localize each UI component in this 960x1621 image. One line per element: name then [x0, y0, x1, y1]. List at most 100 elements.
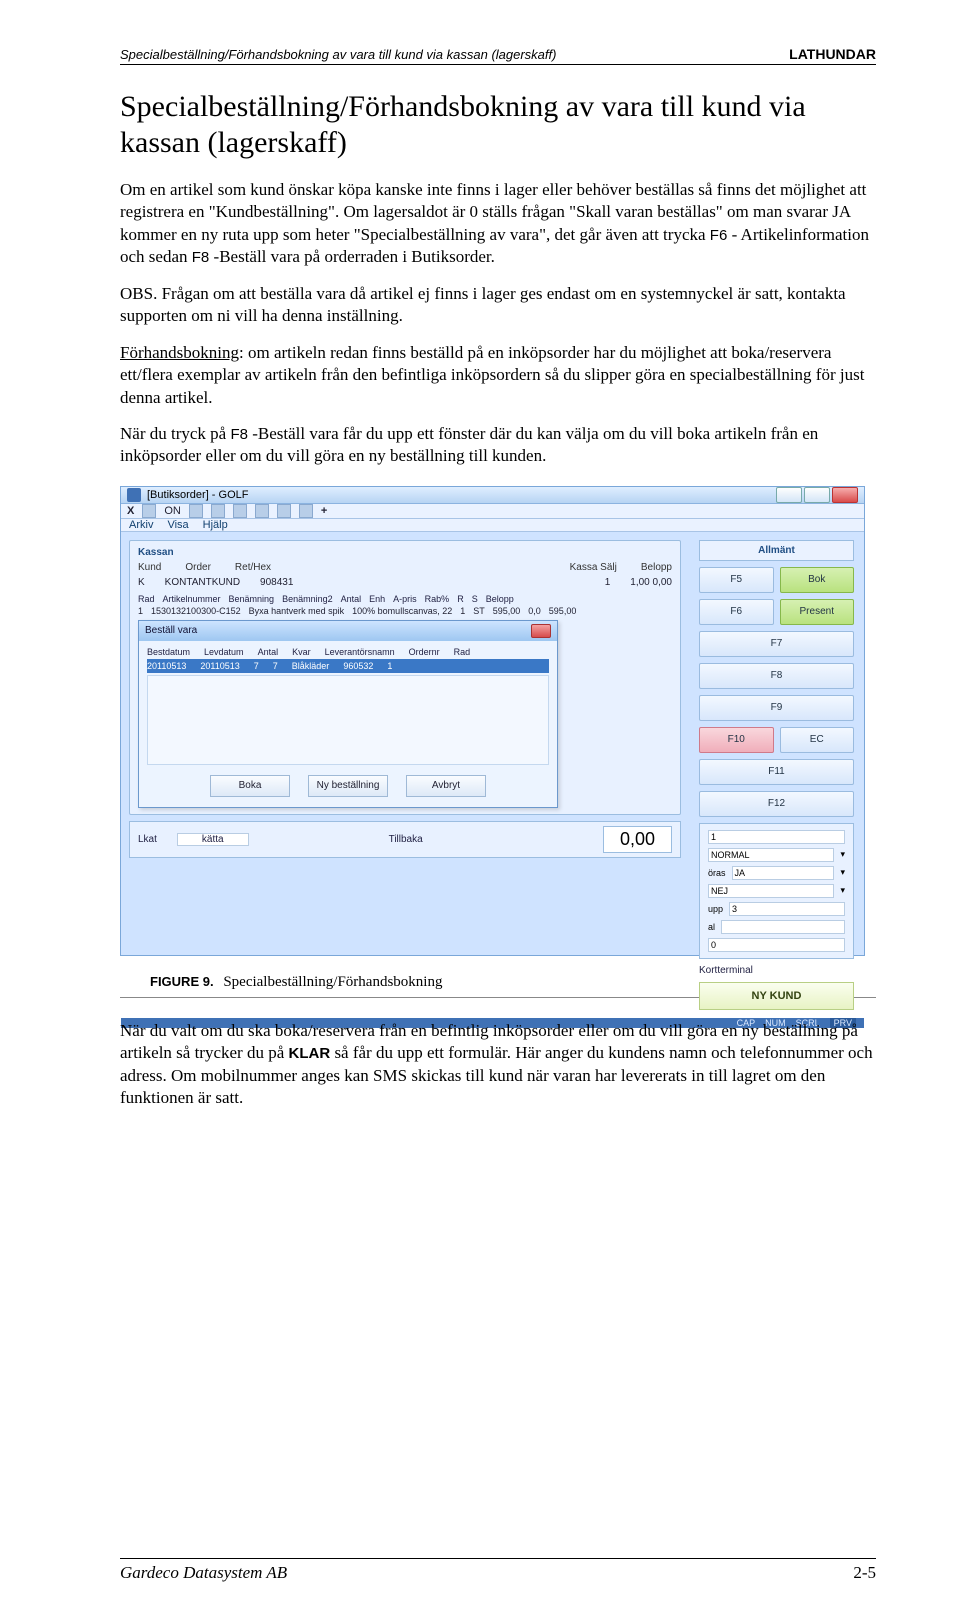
dialog-close-button[interactable]: [531, 624, 551, 638]
window-title: [Butiksorder] - GOLF: [147, 489, 248, 501]
th-antal: Antal: [341, 594, 362, 604]
avbryt-button[interactable]: Avbryt: [406, 775, 486, 797]
val-sum: 1,00 0,00: [630, 577, 672, 588]
dr-levnamn: Blåkläder: [292, 661, 330, 671]
bok-button[interactable]: Bok: [780, 567, 855, 593]
paragraph-4: När du tryck på F8 -Beställ vara får du …: [120, 423, 876, 468]
dh-rad: Rad: [454, 647, 471, 657]
kassan-panel: Kassan Kund Order Ret/Hex Kassa Sälj Bel…: [129, 540, 681, 815]
side-form: 1 NORMAL▾ örasJA▾ NEJ▾ upp3 al 0: [699, 823, 854, 959]
present-button[interactable]: Present: [780, 599, 855, 625]
ny-kund-button[interactable]: NY KUND: [699, 982, 854, 1010]
maximize-button[interactable]: [804, 487, 830, 503]
td-bel: 595,00: [549, 606, 577, 616]
footer-left: Gardeco Datasystem AB: [120, 1563, 287, 1583]
toolbar-icon[interactable]: [277, 504, 291, 518]
p3-lead: Förhandsbokning: [120, 343, 239, 362]
col-kund: Kund: [138, 562, 161, 573]
f9-button[interactable]: F9: [699, 695, 854, 721]
toolbar-icon[interactable]: [142, 504, 156, 518]
col-rethex: Ret/Hex: [235, 562, 271, 573]
fld-normal[interactable]: NORMAL: [708, 848, 834, 862]
toolbar-icon[interactable]: [189, 504, 203, 518]
tab-kassan[interactable]: Kassan: [138, 547, 672, 558]
val-k: K: [138, 577, 145, 588]
dialog-title: Beställ vara: [145, 625, 197, 636]
menu-visa[interactable]: Visa: [167, 519, 188, 531]
fld-1[interactable]: 1: [708, 830, 845, 844]
f6-button[interactable]: F6: [699, 599, 774, 625]
th-rab: Rab%: [425, 594, 450, 604]
fld-3[interactable]: 3: [729, 902, 845, 916]
boka-button[interactable]: Boka: [210, 775, 290, 797]
menu-hjalp[interactable]: Hjälp: [203, 519, 228, 531]
th-ben2: Benämning2: [282, 594, 333, 604]
toolbar-icon[interactable]: [233, 504, 247, 518]
f5-button[interactable]: F5: [699, 567, 774, 593]
key-f8-b: F8: [230, 426, 248, 443]
f10-button[interactable]: F10: [699, 727, 774, 753]
figure-text: Specialbeställning/Förhandsbokning: [223, 974, 442, 990]
val-kundname: KONTANTKUND: [165, 577, 240, 588]
katta-field[interactable]: kätta: [177, 833, 249, 846]
table-row[interactable]: 1 1530132100300-C152 Byxa hantverk med s…: [138, 606, 672, 616]
td-antal: 1: [460, 606, 465, 616]
p4a: När du tryck på: [120, 424, 230, 443]
toolbar-x-icon[interactable]: X: [127, 505, 134, 517]
col-order: Order: [185, 562, 211, 573]
lbl-al: al: [708, 922, 715, 932]
menu-arkiv[interactable]: Arkiv: [129, 519, 153, 531]
td-enh: ST: [473, 606, 485, 616]
total-value: 0,00: [603, 826, 672, 853]
dr-antal: 7: [254, 661, 259, 671]
ec-button[interactable]: EC: [780, 727, 855, 753]
menubar: Arkiv Visa Hjälp: [121, 519, 864, 532]
paragraph-2: OBS. Frågan om att beställa vara då arti…: [120, 283, 876, 328]
lkat-label: Lkat: [138, 834, 157, 845]
kortterminal-label: Kortterminal: [699, 965, 854, 976]
th-apris: A-pris: [393, 594, 417, 604]
key-f6: F6: [710, 227, 728, 244]
dr-rad: 1: [387, 661, 392, 671]
fld-nej[interactable]: NEJ: [708, 884, 834, 898]
header-section: LATHUNDAR: [789, 46, 876, 62]
val-kassa: 1: [605, 577, 611, 588]
dh-antal: Antal: [258, 647, 279, 657]
header-breadcrumb: Specialbeställning/Förhandsbokning av va…: [120, 47, 556, 62]
side-title: Allmänt: [699, 540, 854, 561]
dr-ordernr: 960532: [343, 661, 373, 671]
dialog-list-area: [147, 675, 549, 765]
app-icon: [127, 488, 141, 502]
th-s: S: [472, 594, 478, 604]
dialog-row-selected[interactable]: 20110513 20110513 7 7 Blåkläder 960532 1: [147, 659, 549, 673]
lbl-upp: upp: [708, 904, 723, 914]
footer-rule: [120, 1558, 876, 1559]
f7-button[interactable]: F7: [699, 631, 854, 657]
th-r: R: [457, 594, 464, 604]
toolbar-plus-icon[interactable]: +: [321, 505, 327, 517]
paragraph-5: När du valt om du ska boka/reservera frå…: [120, 1020, 876, 1110]
dh-levnamn: Leverantörsnamn: [325, 647, 395, 657]
close-button[interactable]: [832, 487, 858, 503]
td-apris: 595,00: [493, 606, 521, 616]
screenshot: [Butiksorder] - GOLF X ON +: [120, 486, 865, 956]
fld-empty[interactable]: [721, 920, 845, 934]
header-rule: [120, 64, 876, 65]
dh-lev: Levdatum: [204, 647, 244, 657]
minimize-button[interactable]: [776, 487, 802, 503]
toolbar: X ON +: [121, 504, 864, 519]
ny-bestallning-button[interactable]: Ny beställning: [308, 775, 388, 797]
paragraph-3: Förhandsbokning: om artikeln redan finns…: [120, 342, 876, 409]
f11-button[interactable]: F11: [699, 759, 854, 785]
lbl-oras: öras: [708, 868, 726, 878]
toolbar-icon[interactable]: [211, 504, 225, 518]
th-ben: Benämning: [229, 594, 275, 604]
fld-ja[interactable]: JA: [732, 866, 835, 880]
f8-button[interactable]: F8: [699, 663, 854, 689]
dh-ordernr: Ordernr: [409, 647, 440, 657]
fld-0[interactable]: 0: [708, 938, 845, 952]
dh-kvar: Kvar: [292, 647, 311, 657]
f12-button[interactable]: F12: [699, 791, 854, 817]
toolbar-icon[interactable]: [255, 504, 269, 518]
toolbar-icon[interactable]: [299, 504, 313, 518]
